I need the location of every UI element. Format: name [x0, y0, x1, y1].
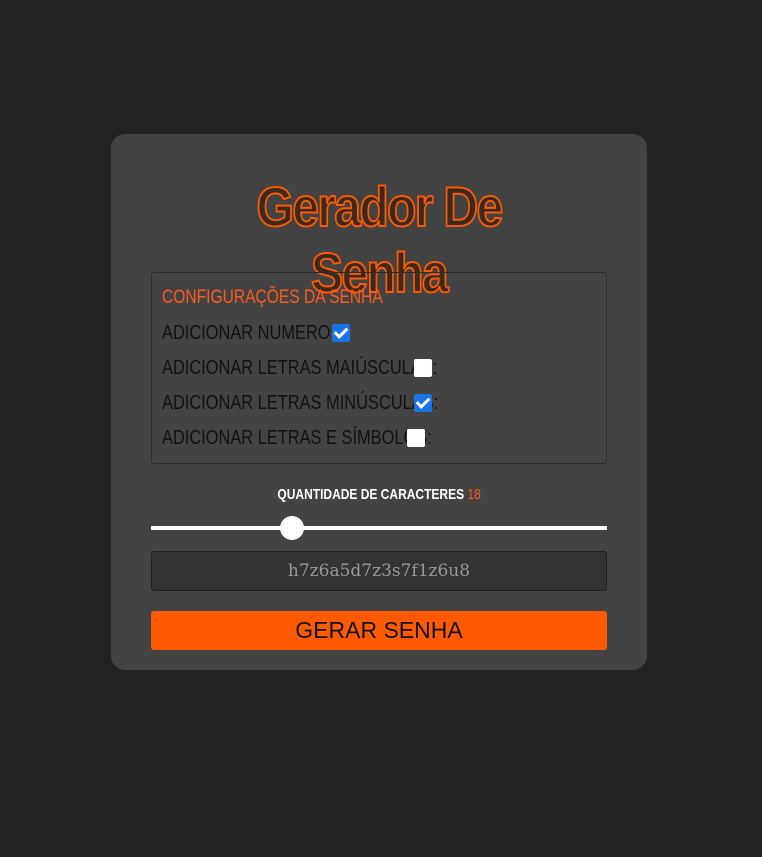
settings-panel: CONFIGURAÇÕES DA SENHA ADICIONAR NUMEROS… — [151, 272, 607, 464]
option-lowercase: ADICIONAR LETRAS MINÚSCULAS: — [162, 391, 499, 415]
settings-heading: CONFIGURAÇÕES DA SENHA — [162, 287, 383, 308]
option-symbols-label: ADICIONAR LETRAS E SÍMBOLOS: — [162, 426, 432, 449]
password-output[interactable] — [151, 551, 607, 591]
option-lowercase-label: ADICIONAR LETRAS MINÚSCULAS: — [162, 391, 439, 414]
slider-thumb[interactable] — [280, 516, 305, 540]
length-slider[interactable] — [151, 516, 607, 540]
length-value: 18 — [467, 486, 481, 503]
option-symbols: ADICIONAR LETRAS E SÍMBOLOS: — [162, 426, 491, 450]
option-uppercase: ADICIONAR LETRAS MAIÚSCULAS: — [162, 356, 498, 380]
uppercase-checkbox[interactable] — [414, 359, 432, 377]
lowercase-checkbox[interactable] — [414, 394, 432, 412]
length-label-row: QUANTIDADE DE CARACTERES 18 — [151, 486, 607, 503]
numbers-checkbox[interactable] — [332, 324, 350, 342]
length-label: QUANTIDADE DE CARACTERES — [277, 486, 464, 503]
option-numbers: ADICIONAR NUMEROS: — [162, 321, 386, 345]
page-title: Gerador De Senha — [256, 174, 505, 305]
option-numbers-label: ADICIONAR NUMEROS: — [162, 321, 347, 344]
slider-track[interactable] — [151, 526, 607, 530]
option-uppercase-label: ADICIONAR LETRAS MAIÚSCULAS: — [162, 356, 438, 379]
generate-password-button[interactable]: GERAR SENHA — [151, 611, 607, 650]
password-generator-card: Gerador De Senha CONFIGURAÇÕES DA SENHA … — [111, 134, 647, 670]
symbols-checkbox[interactable] — [407, 429, 425, 447]
